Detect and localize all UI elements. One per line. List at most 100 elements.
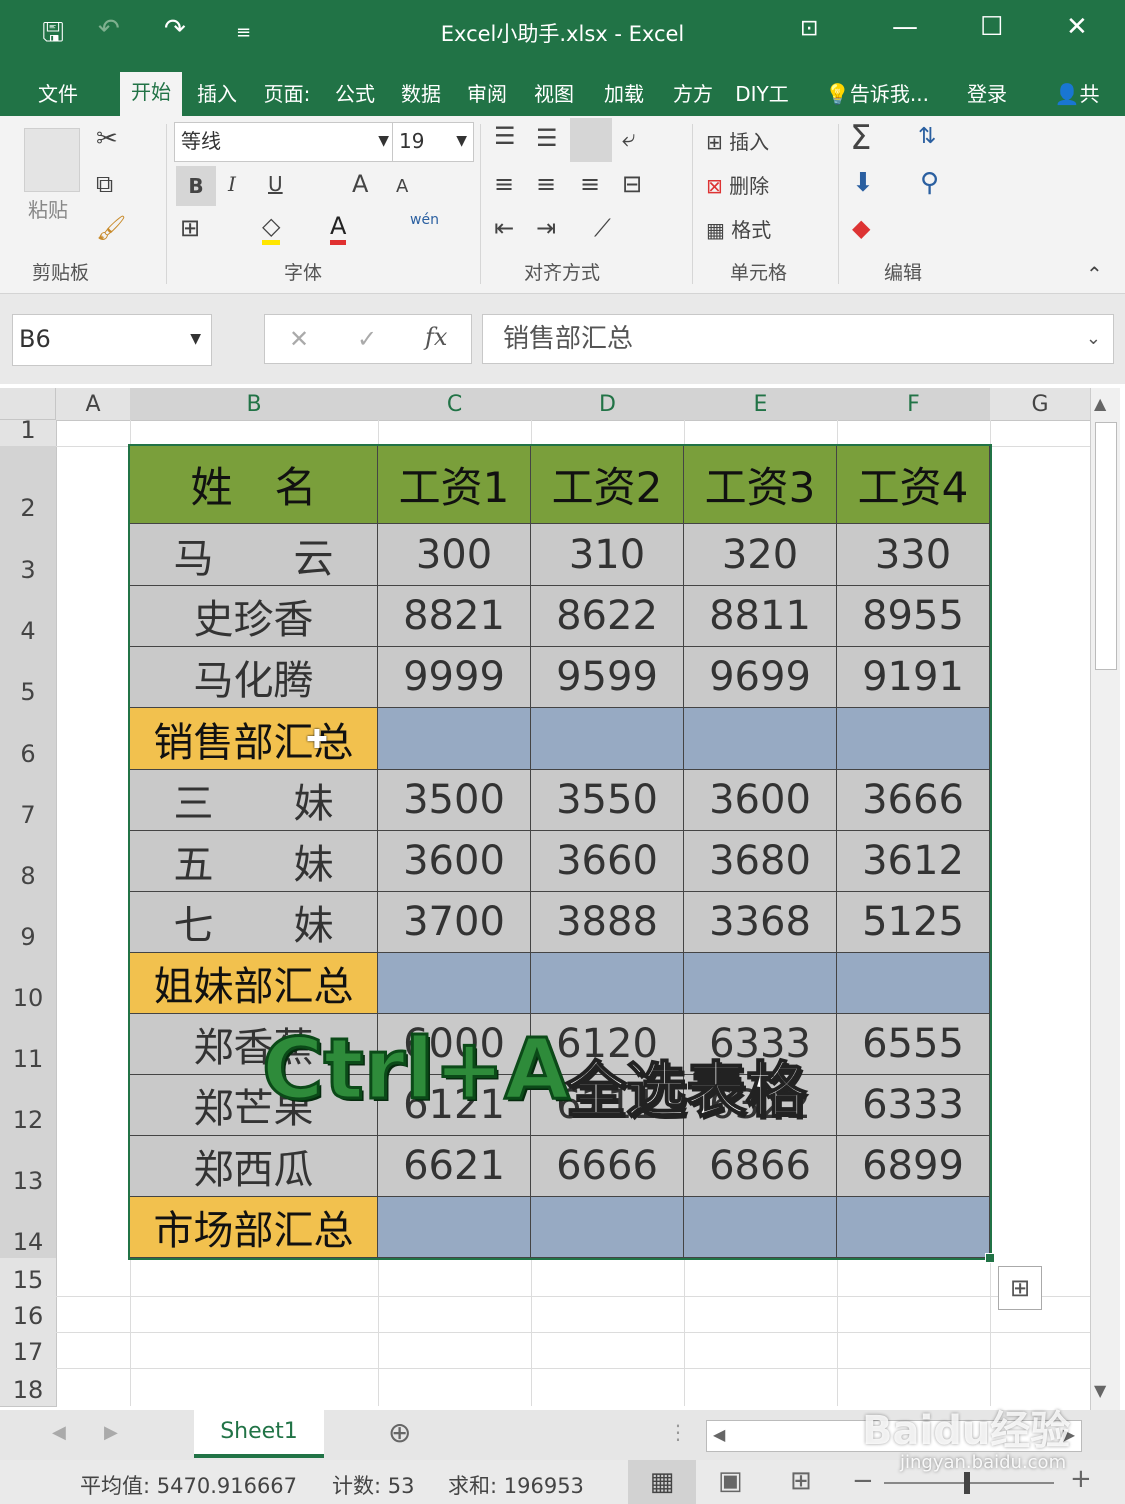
summary-value-cell[interactable] (837, 1197, 990, 1258)
value-cell[interactable]: 8622 (531, 586, 684, 647)
value-cell[interactable]: 310 (531, 524, 684, 586)
value-cell[interactable]: 3666 (837, 770, 990, 831)
align-left-icon[interactable]: ≡ (494, 170, 514, 198)
row-header[interactable]: 5 (0, 647, 57, 709)
maximize-icon[interactable]: ☐ (980, 12, 1003, 42)
row-header[interactable]: 17 (0, 1332, 57, 1369)
name-cell[interactable]: 马化腾 (130, 647, 378, 708)
fill-handle[interactable] (985, 1253, 995, 1263)
scrollbar-thumb[interactable] (1095, 422, 1117, 670)
format-painter-icon[interactable]: 🖌 (96, 214, 126, 242)
next-sheet-icon[interactable]: ▶ (104, 1422, 118, 1443)
column-header-c[interactable]: C (378, 388, 532, 421)
scroll-left-icon[interactable]: ◀ (713, 1425, 725, 1444)
row-header[interactable]: 4 (0, 586, 57, 648)
value-cell[interactable]: 320 (684, 524, 837, 586)
autosum-button[interactable]: Σ (850, 118, 871, 158)
align-bottom-icon[interactable] (570, 118, 612, 162)
summary-value-cell[interactable] (378, 1197, 531, 1258)
row-header[interactable]: 9 (0, 892, 57, 954)
wrap-text-icon[interactable]: ⤶ (622, 124, 635, 152)
share-button[interactable]: 👤共 (1034, 74, 1120, 114)
align-right-icon[interactable]: ≡ (580, 170, 600, 198)
name-box[interactable]: B6 ▼ (12, 314, 212, 366)
quick-analysis-icon[interactable]: ⊞ (998, 1266, 1042, 1310)
value-cell[interactable]: 3700 (378, 892, 531, 953)
row-header[interactable]: 15 (0, 1258, 57, 1297)
row-header[interactable]: 2 (0, 446, 57, 525)
row-header[interactable]: 16 (0, 1296, 57, 1333)
bold-button[interactable]: B (176, 166, 216, 206)
formula-input[interactable]: 销售部汇总 ⌄ (482, 314, 1114, 364)
value-cell[interactable]: 6333 (837, 1075, 990, 1136)
summary-value-cell[interactable] (378, 708, 531, 770)
value-cell[interactable]: 3500 (378, 770, 531, 831)
tab-file[interactable]: 文件 (22, 74, 94, 114)
tab-fangfang[interactable]: 方方 (662, 74, 724, 114)
cancel-icon[interactable]: ✕ (289, 325, 309, 353)
sign-in-link[interactable]: 登录 (956, 74, 1018, 114)
summary-label-cell[interactable]: 销售部汇总 (130, 708, 378, 770)
find-select-icon[interactable]: ⚲ (920, 168, 939, 198)
close-icon[interactable]: ✕ (1066, 12, 1088, 42)
name-cell[interactable]: 五 妹 (130, 831, 378, 892)
copy-icon[interactable]: ⧉ (96, 170, 113, 198)
value-cell[interactable]: 3600 (684, 770, 837, 831)
row-header[interactable]: 7 (0, 770, 57, 832)
value-cell[interactable]: 6666 (531, 1136, 684, 1197)
summary-value-cell[interactable] (531, 953, 684, 1014)
value-cell[interactable]: 330 (837, 524, 990, 586)
summary-value-cell[interactable] (837, 953, 990, 1014)
value-cell[interactable]: 3550 (531, 770, 684, 831)
tab-review[interactable]: 审阅 (458, 74, 516, 114)
summary-label-cell[interactable]: 姐妹部汇总 (130, 953, 378, 1014)
tab-view[interactable]: 视图 (524, 74, 584, 114)
paste-icon[interactable] (24, 128, 80, 192)
value-cell[interactable]: 8811 (684, 586, 837, 647)
tab-split-handle[interactable]: ⋮ (668, 1420, 688, 1444)
format-cells-button[interactable]: ▦ 格式 (706, 214, 771, 243)
decrease-indent-icon[interactable]: ⇤ (494, 214, 514, 242)
column-header-e[interactable]: E (684, 388, 838, 421)
value-cell[interactable]: 8821 (378, 586, 531, 647)
value-cell[interactable]: 9191 (837, 647, 990, 708)
column-header-b[interactable]: B (130, 388, 379, 421)
font-size-box[interactable]: 19 ▼ (392, 122, 474, 162)
header-cell[interactable]: 工资2 (531, 446, 684, 524)
value-cell[interactable]: 3600 (378, 831, 531, 892)
summary-value-cell[interactable] (531, 1197, 684, 1258)
borders-icon[interactable]: ⊞ (180, 214, 200, 242)
tab-diy[interactable]: DIY工 (730, 74, 794, 114)
value-cell[interactable]: 3680 (684, 831, 837, 892)
row-header[interactable]: 13 (0, 1136, 57, 1198)
header-cell[interactable]: 工资3 (684, 446, 837, 524)
expand-formula-icon[interactable]: ⌄ (1086, 315, 1101, 363)
tab-home[interactable]: 开始 (120, 72, 182, 116)
value-cell[interactable]: 300 (378, 524, 531, 586)
delete-cells-button[interactable]: ⊠ 删除 (706, 170, 769, 199)
zoom-out-icon[interactable]: − (852, 1466, 874, 1496)
value-cell[interactable]: 6621 (378, 1136, 531, 1197)
tab-formulas[interactable]: 公式 (326, 74, 384, 114)
value-cell[interactable]: 9599 (531, 647, 684, 708)
summary-value-cell[interactable] (837, 708, 990, 770)
insert-function-icon[interactable]: fx (425, 323, 447, 351)
name-cell[interactable]: 马 云 (130, 524, 378, 586)
merge-center-icon[interactable]: ⊟ (622, 170, 642, 198)
grow-font-button[interactable]: A (352, 170, 368, 198)
increase-indent-icon[interactable]: ⇥ (536, 214, 556, 242)
summary-value-cell[interactable] (378, 953, 531, 1014)
prev-sheet-icon[interactable]: ◀ (52, 1422, 66, 1443)
align-center-icon[interactable]: ≡ (536, 170, 556, 198)
value-cell[interactable]: 3612 (837, 831, 990, 892)
tab-page-layout[interactable]: 页面: (254, 74, 320, 114)
font-name-box[interactable]: 等线 ▼ (174, 122, 396, 162)
fill-color-icon[interactable]: ◇ (262, 212, 281, 245)
row-header[interactable]: 8 (0, 831, 57, 893)
align-middle-icon[interactable]: ☰ (536, 124, 558, 152)
row-header[interactable]: 3 (0, 524, 57, 587)
header-cell[interactable]: 工资4 (837, 446, 990, 524)
enter-icon[interactable]: ✓ (357, 325, 377, 353)
minimize-icon[interactable]: — (892, 12, 918, 42)
value-cell[interactable]: 5125 (837, 892, 990, 953)
